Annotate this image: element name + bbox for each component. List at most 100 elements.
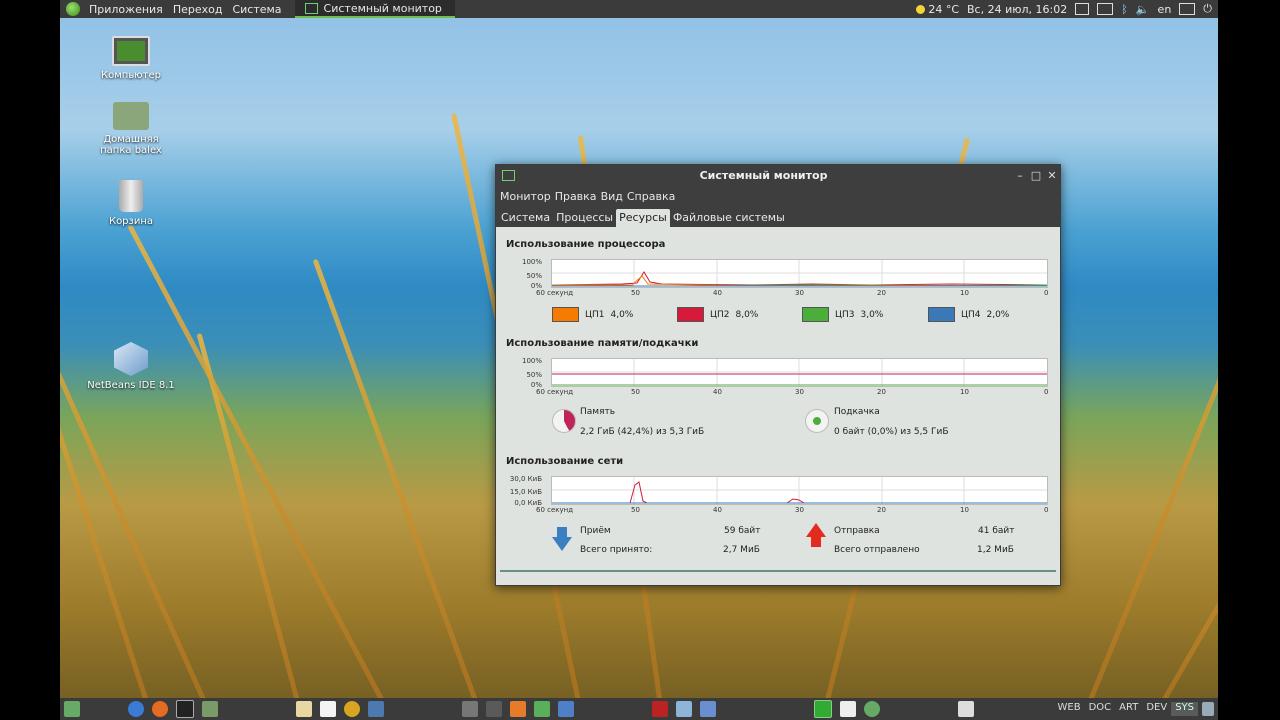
menu-view[interactable]: Вид bbox=[601, 190, 623, 203]
blender-icon[interactable] bbox=[510, 701, 526, 717]
workspace-dev[interactable]: DEV bbox=[1142, 702, 1171, 716]
desktop-icon-netbeans[interactable]: NetBeans IDE 8.1 bbox=[81, 342, 181, 391]
app-icon[interactable] bbox=[700, 701, 716, 717]
monitor-icon bbox=[502, 169, 515, 181]
volume-icon[interactable]: 🔈 bbox=[1136, 3, 1150, 16]
cpu3-color-swatch[interactable] bbox=[802, 307, 829, 322]
document-icon[interactable] bbox=[320, 701, 336, 717]
firefox-icon[interactable] bbox=[152, 701, 168, 717]
sun-icon bbox=[916, 5, 926, 14]
cpu-ytick: 100% bbox=[521, 258, 542, 266]
cpu1-legend: ЦП1 4,0% bbox=[552, 307, 633, 322]
app-icon[interactable] bbox=[958, 701, 974, 717]
terminal-icon[interactable] bbox=[176, 700, 194, 718]
workspace-web[interactable]: WEB bbox=[1054, 702, 1085, 716]
desktop-icon-computer[interactable]: Компьютер bbox=[81, 36, 181, 81]
cpu2-color-swatch[interactable] bbox=[677, 307, 704, 322]
workspace-sys[interactable]: SYS bbox=[1171, 702, 1198, 716]
desktop-icon-home[interactable]: Домашняя папка balex bbox=[81, 102, 181, 156]
network-xtick: 60 секунд bbox=[536, 506, 574, 514]
cpu3-legend: ЦП3 3,0% bbox=[802, 307, 883, 322]
netbeans-icon[interactable] bbox=[676, 701, 692, 717]
memory-graph-lines bbox=[552, 359, 1047, 386]
close-button[interactable]: ✕ bbox=[1044, 169, 1060, 182]
display-icon[interactable] bbox=[1097, 3, 1114, 15]
text-editor-icon[interactable] bbox=[296, 701, 312, 717]
network-icon[interactable] bbox=[1179, 3, 1196, 15]
app-icon[interactable] bbox=[864, 701, 880, 717]
tab-system[interactable]: Система bbox=[498, 209, 553, 227]
memory-xtick: 50 bbox=[631, 388, 640, 396]
swap-pie-chart[interactable] bbox=[805, 409, 829, 433]
cpu4-color-swatch[interactable] bbox=[928, 307, 955, 322]
cube-icon[interactable] bbox=[534, 701, 550, 717]
network-graph-lines bbox=[552, 477, 1047, 504]
workspace-art[interactable]: ART bbox=[1115, 702, 1142, 716]
network-xtick: 50 bbox=[631, 506, 640, 514]
menu-system[interactable]: Система bbox=[227, 3, 286, 16]
maximize-button[interactable]: □ bbox=[1028, 169, 1044, 182]
monitor-icon bbox=[304, 2, 318, 14]
menu-applications[interactable]: Приложения bbox=[84, 3, 168, 16]
menu-places[interactable]: Переход bbox=[168, 3, 228, 16]
menu-edit[interactable]: Правка bbox=[555, 190, 597, 203]
system-tray: 24 °C Вс, 24 июл, 16:02 ᛒ 🔈 en ⏻ bbox=[916, 2, 1218, 16]
cpu4-legend: ЦП4 2,0% bbox=[928, 307, 1009, 322]
memory-pie-chart[interactable] bbox=[552, 409, 576, 433]
app-icon[interactable] bbox=[840, 701, 856, 717]
workspace-switcher: WEB DOC ART DEV SYS bbox=[1054, 702, 1218, 716]
clock[interactable]: Вс, 24 июл, 16:02 bbox=[967, 3, 1067, 16]
swap-dot bbox=[813, 417, 821, 425]
grass-decoration bbox=[60, 243, 215, 720]
keyboard-layout[interactable]: en bbox=[1158, 3, 1172, 16]
show-desktop-icon[interactable] bbox=[64, 701, 80, 717]
trash-applet-icon[interactable] bbox=[1202, 702, 1214, 716]
cpu2-legend: ЦП2 8,0% bbox=[677, 307, 758, 322]
window-menubar: Монитор Правка Вид Справка bbox=[496, 185, 1060, 207]
tab-processes[interactable]: Процессы bbox=[553, 209, 616, 227]
network-xtick: 10 bbox=[960, 506, 969, 514]
send-value: 41 байт bbox=[978, 526, 1015, 536]
app-icon[interactable] bbox=[652, 701, 668, 717]
send-arrow-icon bbox=[806, 523, 826, 547]
tab-filesystems[interactable]: Файловые системы bbox=[670, 209, 788, 227]
app-icon[interactable] bbox=[558, 701, 574, 717]
workspace-doc[interactable]: DOC bbox=[1085, 702, 1116, 716]
power-icon[interactable]: ⏻ bbox=[1203, 2, 1212, 16]
trash-icon bbox=[119, 180, 143, 212]
cpu1-color-swatch[interactable] bbox=[552, 307, 579, 322]
cpu-xtick: 10 bbox=[960, 289, 969, 297]
minimize-button[interactable]: – bbox=[1012, 169, 1028, 182]
total-received-value: 2,7 МиБ bbox=[723, 545, 760, 555]
bluetooth-icon[interactable]: ᛒ bbox=[1121, 3, 1128, 16]
memory-xtick: 60 секунд bbox=[536, 388, 574, 396]
calculator-icon[interactable] bbox=[368, 701, 384, 717]
app-icon[interactable] bbox=[462, 701, 478, 717]
weather-widget[interactable]: 24 °C bbox=[916, 3, 959, 16]
distro-logo-icon[interactable] bbox=[66, 2, 80, 16]
swap-label: Подкачка bbox=[834, 407, 880, 417]
chromium-icon[interactable] bbox=[128, 701, 144, 717]
window-titlebar[interactable]: Системный монитор – □ ✕ bbox=[496, 165, 1060, 185]
cpu-xtick: 50 bbox=[631, 289, 640, 297]
system-monitor-icon[interactable] bbox=[814, 700, 832, 718]
app-icon[interactable] bbox=[486, 701, 502, 717]
menu-help[interactable]: Справка bbox=[627, 190, 675, 203]
cpu-ytick: 50% bbox=[526, 272, 542, 280]
memory-label: Память bbox=[580, 407, 616, 417]
desktop-icon-trash[interactable]: Корзина bbox=[81, 180, 181, 227]
cpu-graph bbox=[551, 259, 1048, 288]
memory-section-title: Использование памяти/подкачки bbox=[506, 338, 699, 349]
computer-icon bbox=[112, 36, 150, 66]
memory-value: 2,2 ГиБ (42,4%) из 5,3 ГиБ bbox=[580, 427, 705, 437]
window-list-icon[interactable] bbox=[1075, 3, 1090, 15]
grass-decoration bbox=[127, 224, 395, 720]
tab-resources[interactable]: Ресурсы bbox=[616, 209, 670, 227]
cpu-xtick: 60 секунд bbox=[536, 289, 574, 297]
search-icon[interactable] bbox=[344, 701, 360, 717]
file-manager-icon[interactable] bbox=[202, 701, 218, 717]
menu-monitor[interactable]: Монитор bbox=[500, 190, 551, 203]
memory-graph bbox=[551, 358, 1048, 387]
resources-panel: Использование процессора 100% 50% 0% 60 … bbox=[500, 229, 1056, 571]
taskbar-task-system-monitor[interactable]: Системный монитор bbox=[294, 0, 455, 18]
